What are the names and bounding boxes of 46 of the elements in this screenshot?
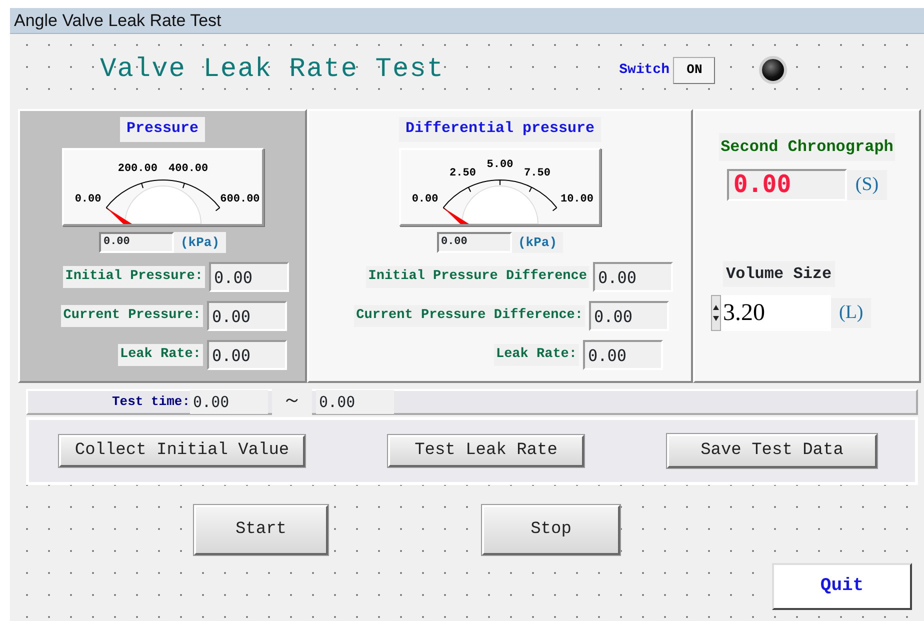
tick-label: 400.00 (168, 162, 208, 174)
field-label: Current Pressure: (61, 304, 203, 328)
reading-field: 0.00 (436, 232, 512, 253)
switch-button[interactable]: ON (673, 56, 716, 84)
panel-title: Differential pressure (399, 117, 601, 142)
tick-label: 0.00 (74, 193, 101, 206)
field-label: Current Pressure Difference: (354, 304, 585, 328)
window-title: Angle Valve Leak Rate Test (10, 8, 924, 34)
value-field: 0.00 (589, 301, 669, 331)
control-button[interactable]: Stop (482, 505, 620, 555)
value-field: 0.00 (593, 262, 673, 292)
panel-title: Pressure (120, 117, 204, 142)
tick-label: 5.00 (486, 158, 514, 170)
tick-label: 2.50 (450, 167, 476, 180)
unit-label: (L) (831, 298, 872, 328)
spinner-arrows-icon[interactable] (711, 295, 721, 331)
value-field: 0.00 (209, 262, 289, 292)
field-label: Leak Rate: (118, 344, 203, 366)
tick-label: 0.00 (412, 193, 438, 206)
timer-display: 0.00 (727, 169, 848, 201)
unit-label: (kPa) (174, 232, 226, 253)
reading-field: 0.00 (99, 232, 174, 253)
unit-label: (S) (847, 170, 887, 200)
gauge-needle (443, 207, 469, 224)
action-button[interactable]: Test Leak Rate (388, 435, 584, 467)
volume-label: Volume Size (723, 261, 835, 287)
tick-label: 600.00 (220, 193, 260, 206)
value-field: 0.00 (207, 340, 287, 370)
volume-field[interactable]: 3.20 (721, 295, 831, 331)
app-title: Valve Leak Rate Test (100, 54, 444, 87)
unit-label: (kPa) (512, 232, 563, 253)
control-button[interactable]: Start (194, 505, 328, 555)
action-button[interactable]: Save Test Data (667, 434, 877, 468)
field-label: Initial Pressure Difference (366, 266, 589, 288)
tick-label: 200.00 (117, 162, 157, 174)
gauge-needle (106, 207, 132, 224)
tick-label: 10.00 (560, 193, 594, 206)
chronograph-title: Second Chronograph (718, 133, 896, 161)
switch-label: Switch (619, 60, 670, 80)
value-field: 0.00 (207, 301, 287, 331)
field-label: Leak Rate: (494, 344, 579, 366)
value-field: 0.00 (583, 340, 663, 370)
quit-button[interactable]: Quit (772, 563, 912, 610)
action-button[interactable]: Collect Initial Value (59, 435, 305, 467)
tick-label: 7.50 (524, 167, 550, 180)
field-label: Initial Pressure: (63, 266, 205, 288)
